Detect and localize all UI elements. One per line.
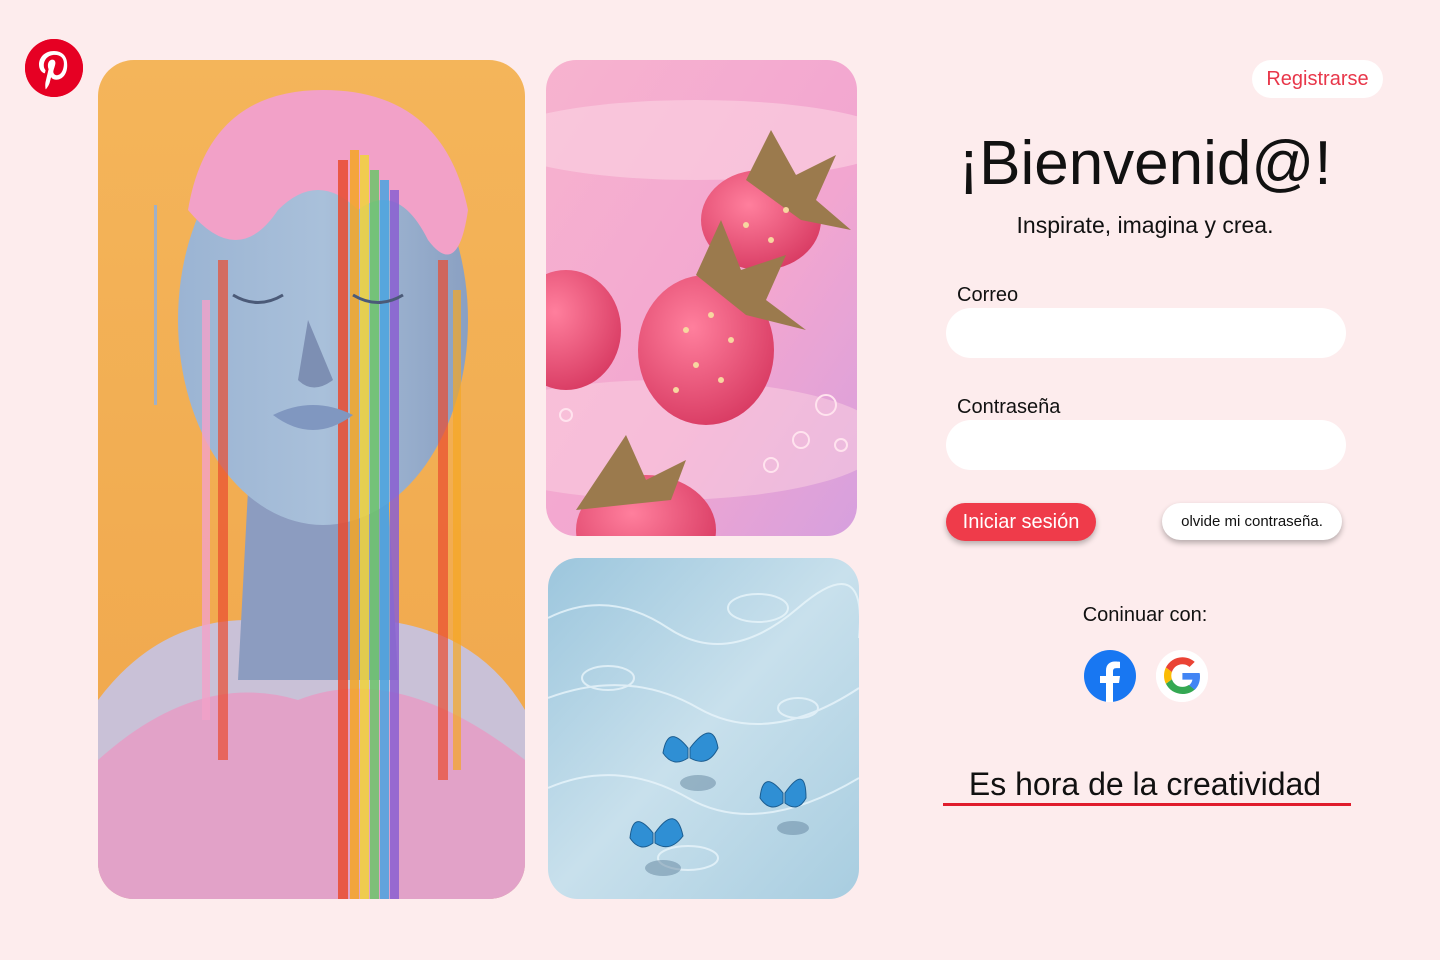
tagline-underline [943, 803, 1351, 806]
google-icon[interactable] [1156, 650, 1208, 702]
continue-with-label: Coninuar con: [1082, 604, 1208, 626]
email-label: Correo [957, 284, 1019, 306]
facebook-icon[interactable] [1084, 650, 1136, 702]
page-title: ¡Bienvenid@! [958, 129, 1332, 198]
register-button[interactable]: Registrarse [1252, 60, 1383, 98]
butterflies-water-image [548, 558, 859, 899]
page-subtitle: Inspirate, imagina y crea. [1016, 212, 1274, 238]
email-field[interactable] [946, 308, 1346, 358]
password-field[interactable] [946, 420, 1346, 470]
login-button[interactable]: Iniciar sesión [946, 503, 1096, 541]
melting-face-image [98, 60, 525, 899]
pinterest-logo-icon[interactable] [25, 39, 83, 97]
strawberries-image [546, 60, 857, 536]
password-label: Contraseña [957, 396, 1061, 418]
forgot-password-button[interactable]: olvide mi contraseña. [1162, 503, 1342, 540]
tagline: Es hora de la creatividad [968, 766, 1322, 802]
